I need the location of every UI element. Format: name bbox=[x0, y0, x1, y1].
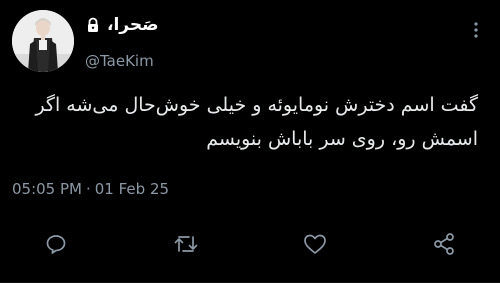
author-name-row: صَحرا، bbox=[85, 14, 159, 36]
tweet-text-line: گفت اسم دخترش نومایوئه و خیلی خوش‌حال می… bbox=[35, 94, 478, 116]
action-bar bbox=[0, 230, 500, 262]
meta-separator: · bbox=[85, 180, 91, 198]
share-icon[interactable] bbox=[430, 230, 458, 258]
author-handle[interactable]: @TaeKim bbox=[85, 52, 154, 70]
lock-icon bbox=[85, 17, 101, 33]
like-icon[interactable] bbox=[301, 230, 329, 258]
tweet-text: گفت اسم دخترش نومایوئه و خیلی خوش‌حال می… bbox=[18, 88, 478, 156]
tweet-text-line: اسمش رو، روی سر باباش بنویسم bbox=[206, 128, 478, 150]
retweet-icon[interactable] bbox=[172, 230, 200, 258]
author-display-name[interactable]: صَحرا، bbox=[107, 14, 159, 36]
avatar[interactable] bbox=[12, 10, 74, 72]
reply-icon[interactable] bbox=[42, 230, 70, 258]
tweet-date: 01 Feb 25 bbox=[94, 180, 170, 198]
more-options-icon[interactable] bbox=[468, 19, 484, 41]
avatar-photo bbox=[12, 10, 74, 72]
tweet-time: 05:05 PM bbox=[12, 180, 82, 198]
tweet-timestamp[interactable]: 05:05 PM · 01 Feb 25 bbox=[12, 180, 169, 198]
